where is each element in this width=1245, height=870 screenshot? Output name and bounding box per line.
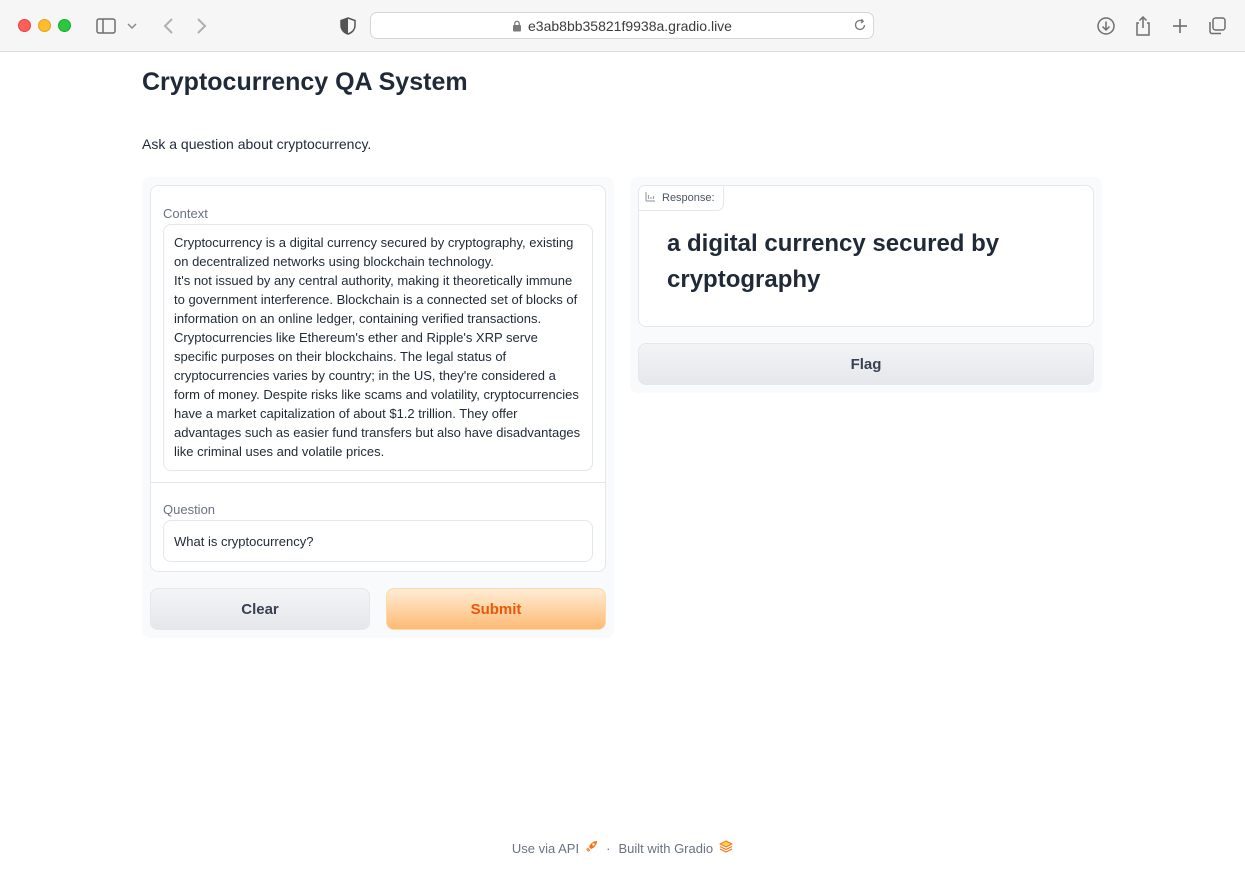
sidebar-icon[interactable] (94, 14, 118, 38)
divider (151, 482, 605, 483)
flag-button[interactable]: Flag (638, 343, 1094, 385)
privacy-shield-icon[interactable] (336, 14, 360, 38)
download-icon[interactable] (1094, 14, 1118, 38)
chevron-down-icon[interactable] (122, 14, 142, 38)
response-label: Response: (662, 192, 715, 204)
lock-icon (512, 20, 522, 32)
input-panel: Context Cryptocurrency is a digital curr… (142, 177, 614, 638)
zoom-window-button[interactable] (58, 19, 71, 32)
rocket-icon (585, 840, 598, 856)
built-with-gradio-link[interactable]: Built with Gradio (618, 840, 734, 856)
forward-arrow-icon[interactable] (190, 14, 214, 38)
use-via-api-label: Use via API (511, 840, 580, 856)
use-via-api-link[interactable]: Use via API (512, 840, 598, 856)
page-title: Cryptocurrency QA System (142, 68, 468, 96)
output-panel: Response: a digital currency secured by … (630, 177, 1102, 393)
gradio-logo-icon (718, 840, 734, 856)
response-box: Response: a digital currency secured by … (638, 185, 1094, 327)
footer-separator: · (606, 840, 611, 856)
question-label: Question (163, 502, 216, 517)
share-icon[interactable] (1131, 14, 1155, 38)
built-with-gradio-label: Built with Gradio (618, 840, 714, 856)
submit-button[interactable]: Submit (386, 588, 606, 630)
tab-overview-icon[interactable] (1205, 14, 1229, 38)
reload-icon[interactable] (853, 18, 867, 32)
input-form: Context Cryptocurrency is a digital curr… (150, 185, 606, 572)
page-description: Ask a question about cryptocurrency. (142, 136, 372, 152)
close-window-button[interactable] (18, 19, 31, 32)
browser-toolbar: e3ab8bb35821f9938a.gradio.live (0, 0, 1245, 52)
url-text: e3ab8bb35821f9938a.gradio.live (528, 17, 732, 34)
plus-icon[interactable] (1168, 14, 1192, 38)
clear-button[interactable]: Clear (150, 588, 370, 630)
address-bar[interactable]: e3ab8bb35821f9938a.gradio.live (370, 12, 874, 39)
response-label-tag: Response: (638, 185, 724, 211)
context-textarea[interactable]: Cryptocurrency is a digital currency sec… (163, 224, 593, 471)
footer: Use via API · Built with Gradio (0, 840, 1245, 856)
text-output-icon (645, 191, 656, 205)
response-text: a digital currency secured by cryptograp… (667, 230, 1000, 293)
context-label: Context (163, 206, 208, 221)
question-input[interactable]: What is cryptocurrency? (163, 520, 593, 562)
minimize-window-button[interactable] (38, 19, 51, 32)
back-arrow-icon[interactable] (156, 14, 180, 38)
